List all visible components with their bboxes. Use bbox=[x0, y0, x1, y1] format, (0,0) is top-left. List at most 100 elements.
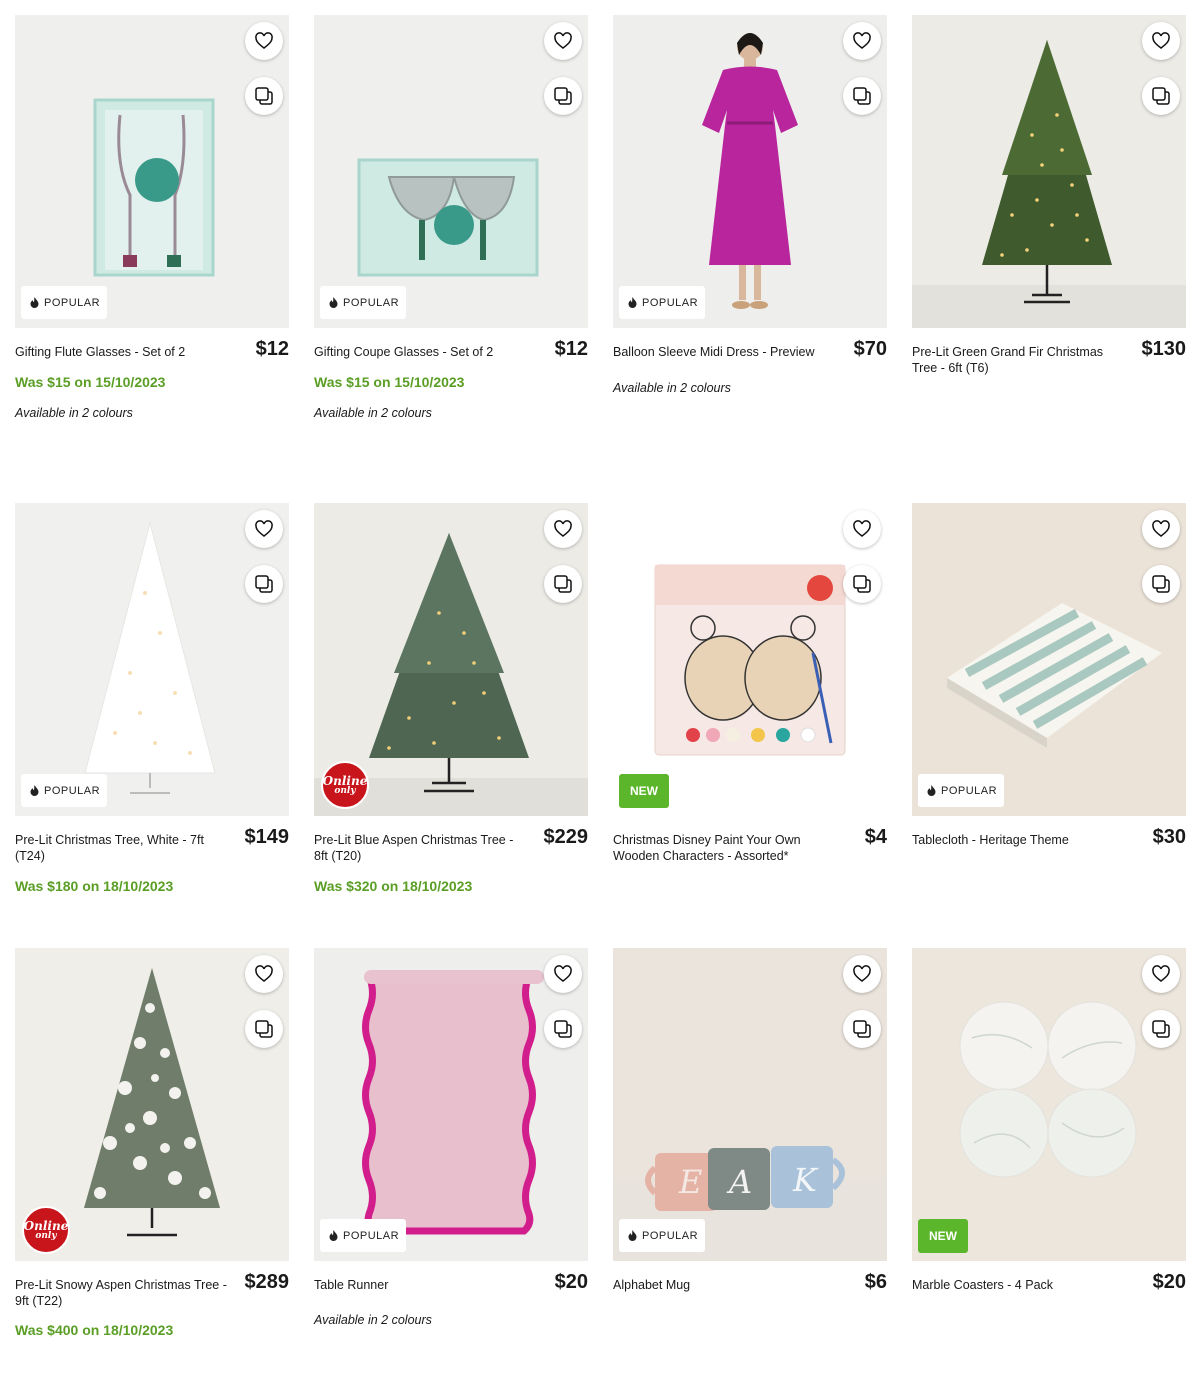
popular-badge: POPULAR bbox=[619, 286, 706, 319]
online-badge-line1: Online bbox=[23, 1218, 69, 1233]
compare-button[interactable] bbox=[843, 77, 881, 115]
svg-text:E: E bbox=[678, 1163, 702, 1201]
compare-icon bbox=[255, 1020, 273, 1038]
product-price: $4 bbox=[864, 826, 887, 848]
product-image[interactable]: POPULAR bbox=[912, 503, 1186, 816]
flame-icon bbox=[628, 297, 637, 308]
product-image[interactable]: POPULAR bbox=[613, 15, 887, 328]
wishlist-button[interactable] bbox=[843, 22, 881, 60]
compare-icon bbox=[1152, 575, 1170, 593]
product-price: $130 bbox=[1141, 338, 1187, 360]
product-title[interactable]: Tablecloth - Heritage Theme bbox=[912, 832, 1124, 848]
product-title[interactable]: Alphabet Mug bbox=[613, 1277, 825, 1293]
popular-badge: POPULAR bbox=[918, 774, 1005, 807]
product-title[interactable]: Pre-Lit Blue Aspen Christmas Tree - 8ft … bbox=[314, 832, 526, 864]
product-title[interactable]: Pre-Lit Green Grand Fir Christmas Tree -… bbox=[912, 344, 1124, 376]
product-image[interactable]: POPULAR bbox=[314, 948, 588, 1261]
compare-icon bbox=[853, 1020, 871, 1038]
heart-icon bbox=[853, 520, 871, 537]
wishlist-button[interactable] bbox=[544, 510, 582, 548]
compare-icon bbox=[853, 575, 871, 593]
wishlist-button[interactable] bbox=[544, 955, 582, 993]
compare-button[interactable] bbox=[1142, 1010, 1180, 1048]
wishlist-button[interactable] bbox=[245, 22, 283, 60]
compare-icon bbox=[1152, 87, 1170, 105]
compare-icon bbox=[554, 1020, 572, 1038]
product-image[interactable]: POPULAR bbox=[15, 15, 289, 328]
online-only-badge: Online only bbox=[22, 1206, 70, 1254]
wishlist-button[interactable] bbox=[843, 510, 881, 548]
popular-badge: POPULAR bbox=[320, 286, 407, 319]
heart-icon bbox=[1152, 965, 1170, 982]
product-title[interactable]: Table Runner bbox=[314, 1277, 526, 1293]
compare-button[interactable] bbox=[245, 565, 283, 603]
compare-button[interactable] bbox=[1142, 565, 1180, 603]
compare-button[interactable] bbox=[245, 77, 283, 115]
product-title[interactable]: Christmas Disney Paint Your Own Wooden C… bbox=[613, 832, 825, 864]
product-image[interactable]: Online only bbox=[15, 948, 289, 1261]
compare-icon bbox=[255, 575, 273, 593]
heart-icon bbox=[1152, 520, 1170, 537]
was-price: Was $15 on 15/10/2023 bbox=[15, 374, 166, 390]
popular-badge-label: POPULAR bbox=[343, 296, 400, 309]
popular-badge: POPULAR bbox=[320, 1219, 407, 1252]
popular-badge-label: POPULAR bbox=[44, 296, 101, 309]
flame-icon bbox=[30, 785, 39, 796]
product-title[interactable]: Pre-Lit Christmas Tree, White - 7ft (T24… bbox=[15, 832, 227, 864]
popular-badge-label: POPULAR bbox=[44, 784, 101, 797]
compare-button[interactable] bbox=[245, 1010, 283, 1048]
product-price: $20 bbox=[554, 1271, 588, 1293]
product-image[interactable]: NEW bbox=[613, 503, 887, 816]
popular-badge-label: POPULAR bbox=[343, 1229, 400, 1242]
product-price: $149 bbox=[244, 826, 290, 848]
heart-icon bbox=[255, 32, 273, 49]
popular-badge: POPULAR bbox=[21, 774, 108, 807]
was-price: Was $320 on 18/10/2023 bbox=[314, 878, 473, 894]
wishlist-button[interactable] bbox=[1142, 510, 1180, 548]
was-price: Was $15 on 15/10/2023 bbox=[314, 374, 465, 390]
product-price: $6 bbox=[864, 1271, 887, 1293]
product-price: $229 bbox=[543, 826, 589, 848]
colour-availability: Available in 2 colours bbox=[314, 406, 432, 420]
compare-button[interactable] bbox=[843, 565, 881, 603]
wishlist-button[interactable] bbox=[1142, 22, 1180, 60]
product-title[interactable]: Gifting Flute Glasses - Set of 2 bbox=[15, 344, 227, 360]
product-title[interactable]: Marble Coasters - 4 Pack bbox=[912, 1277, 1124, 1293]
flame-icon bbox=[30, 297, 39, 308]
heart-icon bbox=[554, 520, 572, 537]
product-image[interactable] bbox=[912, 15, 1186, 328]
online-only-badge: Online only bbox=[321, 761, 369, 809]
compare-button[interactable] bbox=[544, 77, 582, 115]
online-badge-line1: Online bbox=[322, 773, 368, 788]
product-price: $289 bbox=[244, 1271, 290, 1293]
flame-icon bbox=[329, 1230, 338, 1241]
product-price: $12 bbox=[255, 338, 289, 360]
product-image[interactable]: POPULAR bbox=[314, 15, 588, 328]
popular-badge: POPULAR bbox=[619, 1219, 706, 1252]
product-image[interactable]: Online only bbox=[314, 503, 588, 816]
product-price: $30 bbox=[1152, 826, 1186, 848]
wishlist-button[interactable] bbox=[245, 510, 283, 548]
wishlist-button[interactable] bbox=[843, 955, 881, 993]
compare-icon bbox=[554, 87, 572, 105]
product-title[interactable]: Balloon Sleeve Midi Dress - Preview bbox=[613, 344, 825, 360]
wishlist-button[interactable] bbox=[544, 22, 582, 60]
compare-button[interactable] bbox=[544, 1010, 582, 1048]
compare-button[interactable] bbox=[1142, 77, 1180, 115]
wishlist-button[interactable] bbox=[245, 955, 283, 993]
popular-badge: POPULAR bbox=[21, 286, 108, 319]
product-image[interactable]: NEW bbox=[912, 948, 1186, 1261]
product-title[interactable]: Pre-Lit Snowy Aspen Christmas Tree - 9ft… bbox=[15, 1277, 227, 1309]
flame-icon bbox=[628, 1230, 637, 1241]
product-image[interactable]: POPULAR bbox=[15, 503, 289, 816]
heart-icon bbox=[1152, 32, 1170, 49]
popular-badge-label: POPULAR bbox=[642, 296, 699, 309]
compare-button[interactable] bbox=[544, 565, 582, 603]
product-image[interactable]: E A K POPULAR bbox=[613, 948, 887, 1261]
heart-icon bbox=[554, 32, 572, 49]
new-badge: NEW bbox=[619, 774, 669, 808]
wishlist-button[interactable] bbox=[1142, 955, 1180, 993]
product-title[interactable]: Gifting Coupe Glasses - Set of 2 bbox=[314, 344, 526, 360]
compare-button[interactable] bbox=[843, 1010, 881, 1048]
new-badge: NEW bbox=[918, 1219, 968, 1253]
